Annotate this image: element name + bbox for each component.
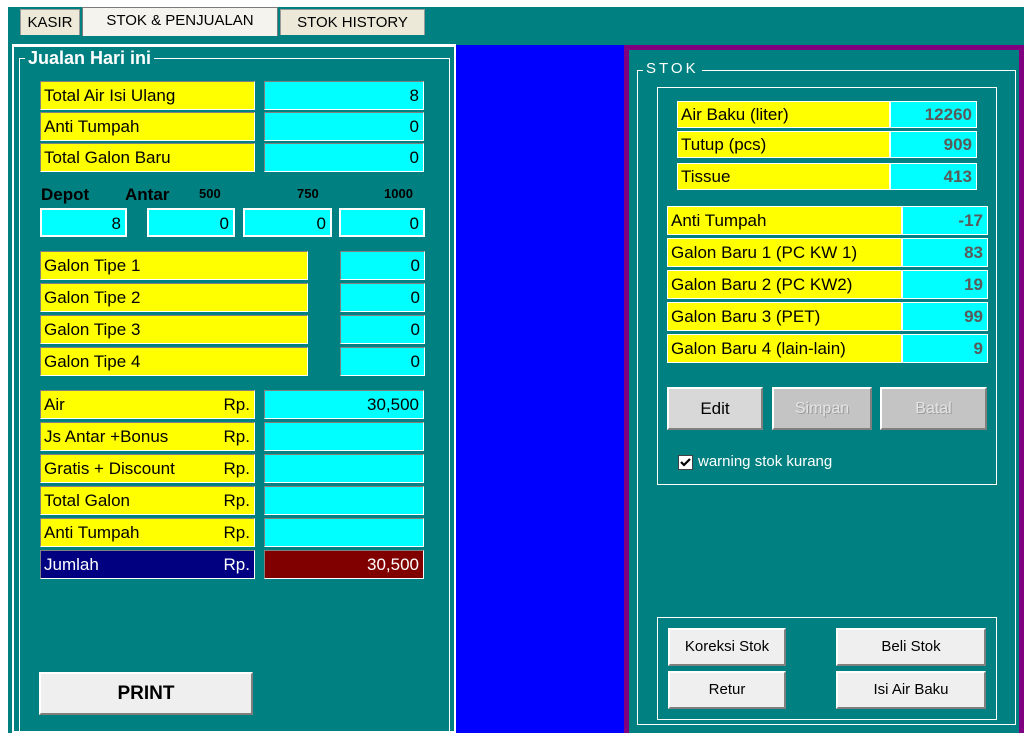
- warning-checkbox[interactable]: [678, 455, 693, 470]
- check-icon: [680, 458, 691, 467]
- label-tutup: Tutup (pcs): [677, 131, 890, 158]
- label-galon-tipe-4: Galon Tipe 4: [40, 347, 308, 376]
- antar-750-field: 0: [243, 208, 332, 237]
- label-total-galon-text: Total Galon: [44, 491, 130, 510]
- label-air-baku: Air Baku (liter): [677, 101, 890, 128]
- blue-panel: [456, 45, 624, 733]
- field-galon-baru-2: 19: [902, 270, 988, 299]
- antar-size-1000: 1000: [384, 186, 413, 201]
- antar-500-field: 0: [147, 208, 235, 237]
- label-galon-baru-4: Galon Baru 4 (lain-lain): [667, 334, 902, 363]
- field-galon-baru-3: 99: [902, 302, 988, 331]
- antar-label: Antar: [125, 185, 170, 204]
- label-gratis-discount-text: Gratis + Discount: [44, 459, 175, 478]
- label-air-text: Air: [44, 395, 65, 414]
- label-gratis-discount: Gratis + Discount Rp.: [40, 454, 255, 483]
- label-anti-tumpah: Anti Tumpah: [40, 112, 255, 141]
- tab-stok-history[interactable]: STOK HISTORY: [280, 9, 425, 35]
- tab-kasir[interactable]: KASIR: [20, 9, 80, 35]
- label-stok-anti-tumpah: Anti Tumpah: [667, 206, 902, 235]
- label-jumlah-text: Jumlah: [44, 555, 99, 574]
- label-anti-tumpah-rp-text: Anti Tumpah: [44, 523, 140, 542]
- label-galon-tipe-1: Galon Tipe 1: [40, 251, 308, 280]
- field-galon-tipe-3: 0: [340, 315, 425, 344]
- beli-stok-button[interactable]: Beli Stok: [836, 628, 986, 666]
- currency-label: Rp.: [223, 427, 250, 446]
- label-js-antar-bonus-text: Js Antar +Bonus: [44, 427, 169, 446]
- field-gratis-discount: [264, 454, 424, 483]
- simpan-button[interactable]: Simpan: [772, 387, 872, 430]
- currency-label: Rp.: [223, 395, 250, 414]
- batal-button[interactable]: Batal: [880, 387, 987, 430]
- antar-size-500: 500: [199, 186, 221, 201]
- label-tissue: Tissue: [677, 163, 890, 190]
- field-air-baku: 12260: [890, 101, 977, 128]
- field-galon-tipe-1: 0: [340, 251, 425, 280]
- field-total-air-isi-ulang: 8: [264, 81, 424, 110]
- antar-size-750: 750: [297, 186, 319, 201]
- label-air: Air Rp.: [40, 390, 255, 419]
- field-anti-tumpah-rp: [264, 518, 424, 547]
- currency-label: Rp.: [223, 555, 250, 574]
- label-anti-tumpah-rp: Anti Tumpah Rp.: [40, 518, 255, 547]
- retur-button[interactable]: Retur: [668, 671, 786, 709]
- label-total-galon-baru: Total Galon Baru: [40, 143, 255, 172]
- label-galon-tipe-2: Galon Tipe 2: [40, 283, 308, 312]
- penjualan-frame-topline: [12, 44, 456, 47]
- print-button[interactable]: PRINT: [39, 672, 253, 715]
- field-stok-anti-tumpah: -17: [902, 206, 988, 235]
- field-tissue: 413: [890, 163, 977, 190]
- field-jumlah: 30,500: [264, 550, 424, 579]
- field-total-galon: [264, 486, 424, 515]
- edit-button[interactable]: Edit: [667, 387, 763, 430]
- label-galon-baru-2: Galon Baru 2 (PC KW2): [667, 270, 902, 299]
- label-galon-baru-3: Galon Baru 3 (PET): [667, 302, 902, 331]
- jualan-title: Jualan Hari ini: [25, 49, 155, 67]
- label-total-galon: Total Galon Rp.: [40, 486, 255, 515]
- label-jumlah: Jumlah Rp.: [40, 550, 255, 579]
- field-anti-tumpah: 0: [264, 112, 424, 141]
- currency-label: Rp.: [223, 459, 250, 478]
- depot-label: Depot: [41, 185, 90, 204]
- isi-air-baku-button[interactable]: Isi Air Baku: [836, 671, 986, 709]
- field-air: 30,500: [264, 390, 424, 419]
- field-galon-baru-4: 9: [902, 334, 988, 363]
- field-js-antar-bonus: [264, 422, 424, 451]
- field-tutup: 909: [890, 131, 977, 158]
- field-total-galon-baru: 0: [264, 143, 424, 172]
- currency-label: Rp.: [223, 491, 250, 510]
- depot-field: 8: [40, 208, 127, 237]
- field-galon-tipe-2: 0: [340, 283, 425, 312]
- tab-stok-penjualan[interactable]: STOK & PENJUALAN: [82, 7, 278, 36]
- label-galon-baru-1: Galon Baru 1 (PC KW 1): [667, 238, 902, 267]
- label-js-antar-bonus: Js Antar +Bonus Rp.: [40, 422, 255, 451]
- field-galon-tipe-4: 0: [340, 347, 425, 376]
- currency-label: Rp.: [223, 523, 250, 542]
- warning-label: warning stok kurang: [698, 453, 833, 470]
- koreksi-stok-button[interactable]: Koreksi Stok: [668, 628, 786, 666]
- label-galon-tipe-3: Galon Tipe 3: [40, 315, 308, 344]
- field-galon-baru-1: 83: [902, 238, 988, 267]
- label-total-air-isi-ulang: Total Air Isi Ulang: [40, 81, 255, 110]
- antar-1000-field: 0: [339, 208, 425, 237]
- stok-title: STOK: [643, 60, 702, 78]
